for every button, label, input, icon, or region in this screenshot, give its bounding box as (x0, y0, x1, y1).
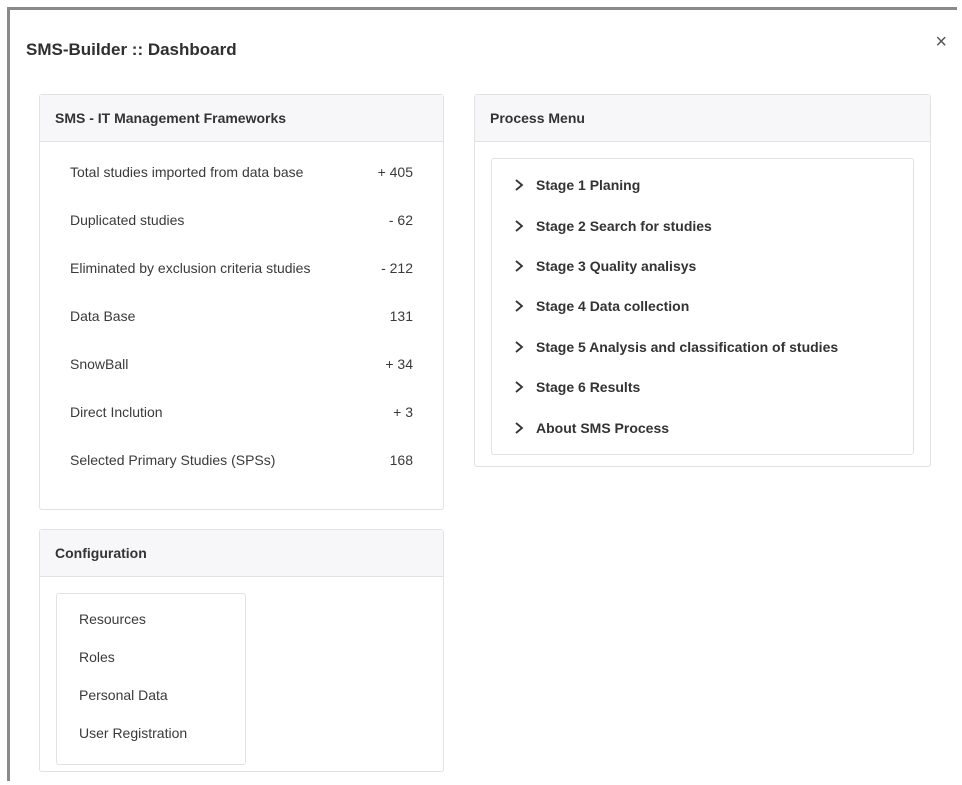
menu-item-label: Stage 4 Data collection (536, 298, 690, 315)
chevron-right-icon (515, 179, 524, 191)
chevron-right-icon (515, 421, 524, 434)
dashboard-window: SMS-Builder :: Dashboard × SMS - IT Mana… (7, 7, 957, 781)
menu-item-stage-5[interactable]: Stage 5 Analysis and classification of s… (492, 327, 913, 367)
configuration-panel: Configuration Resources Roles Personal D… (39, 529, 444, 772)
stat-value: 131 (389, 308, 413, 324)
menu-item-label: Stage 1 Planing (536, 177, 641, 194)
stat-label: Total studies imported from data base (70, 164, 304, 180)
configuration-list: Resources Roles Personal Data User Regis… (56, 593, 246, 765)
sms-summary-panel: SMS - IT Management Frameworks Total stu… (39, 94, 444, 510)
stat-label: Selected Primary Studies (SPSs) (70, 452, 276, 468)
config-item-roles[interactable]: Roles (57, 642, 245, 680)
menu-item-label: Stage 2 Search for studies (536, 217, 712, 234)
close-button[interactable]: × (935, 32, 947, 52)
stat-row-total-imported: Total studies imported from data base + … (70, 162, 413, 210)
chevron-right-icon (515, 341, 524, 353)
process-menu-panel: Process Menu Stage 1 Planing Stage 2 Sea… (474, 94, 931, 467)
menu-item-stage-1[interactable]: Stage 1 Planing (492, 165, 913, 205)
menu-item-label: Stage 5 Analysis and classification of s… (536, 338, 839, 355)
chevron-right-icon (515, 381, 524, 393)
config-item-user-registration[interactable]: User Registration (57, 718, 245, 756)
stat-row-duplicated: Duplicated studies - 62 (70, 210, 413, 258)
config-item-resources[interactable]: Resources (57, 604, 245, 642)
stat-row-data-base: Data Base 131 (70, 306, 413, 354)
process-menu-header: Process Menu (475, 95, 930, 142)
stat-value: - 212 (381, 260, 413, 276)
page-title: SMS-Builder :: Dashboard (26, 40, 237, 59)
menu-item-stage-3[interactable]: Stage 3 Quality analisys (492, 246, 913, 286)
stat-label: Data Base (70, 308, 136, 324)
stat-row-eliminated: Eliminated by exclusion criteria studies… (70, 258, 413, 306)
menu-item-about[interactable]: About SMS Process (492, 407, 913, 447)
stat-row-selected-primary: Selected Primary Studies (SPSs) 168 (70, 450, 413, 498)
configuration-header: Configuration (40, 530, 443, 577)
stat-row-direct-inclusion: Direct Inclution + 3 (70, 402, 413, 450)
stat-label: SnowBall (70, 356, 129, 372)
stat-label: Direct Inclution (70, 404, 163, 420)
stat-label: Eliminated by exclusion criteria studies (70, 260, 311, 276)
stat-label: Duplicated studies (70, 212, 185, 228)
stat-value: - 62 (388, 212, 413, 228)
menu-item-label: About SMS Process (536, 419, 670, 436)
stat-value: + 3 (393, 404, 413, 420)
config-item-personal-data[interactable]: Personal Data (57, 680, 245, 718)
menu-item-stage-2[interactable]: Stage 2 Search for studies (492, 205, 913, 245)
stat-value: + 34 (385, 356, 413, 372)
close-icon: × (935, 31, 947, 53)
process-menu-list: Stage 1 Planing Stage 2 Search for studi… (491, 158, 914, 455)
stat-value: 168 (389, 452, 413, 468)
menu-item-label: Stage 6 Results (536, 379, 641, 396)
menu-item-label: Stage 3 Quality analisys (536, 257, 697, 274)
chevron-right-icon (515, 300, 524, 313)
chevron-right-icon (515, 260, 524, 272)
menu-item-stage-6[interactable]: Stage 6 Results (492, 367, 913, 407)
stat-row-snowball: SnowBall + 34 (70, 354, 413, 402)
stats-list: Total studies imported from data base + … (40, 142, 443, 498)
menu-item-stage-4[interactable]: Stage 4 Data collection (492, 286, 913, 326)
stat-value: + 405 (377, 164, 413, 180)
sms-panel-header: SMS - IT Management Frameworks (40, 95, 443, 142)
chevron-right-icon (515, 219, 524, 232)
